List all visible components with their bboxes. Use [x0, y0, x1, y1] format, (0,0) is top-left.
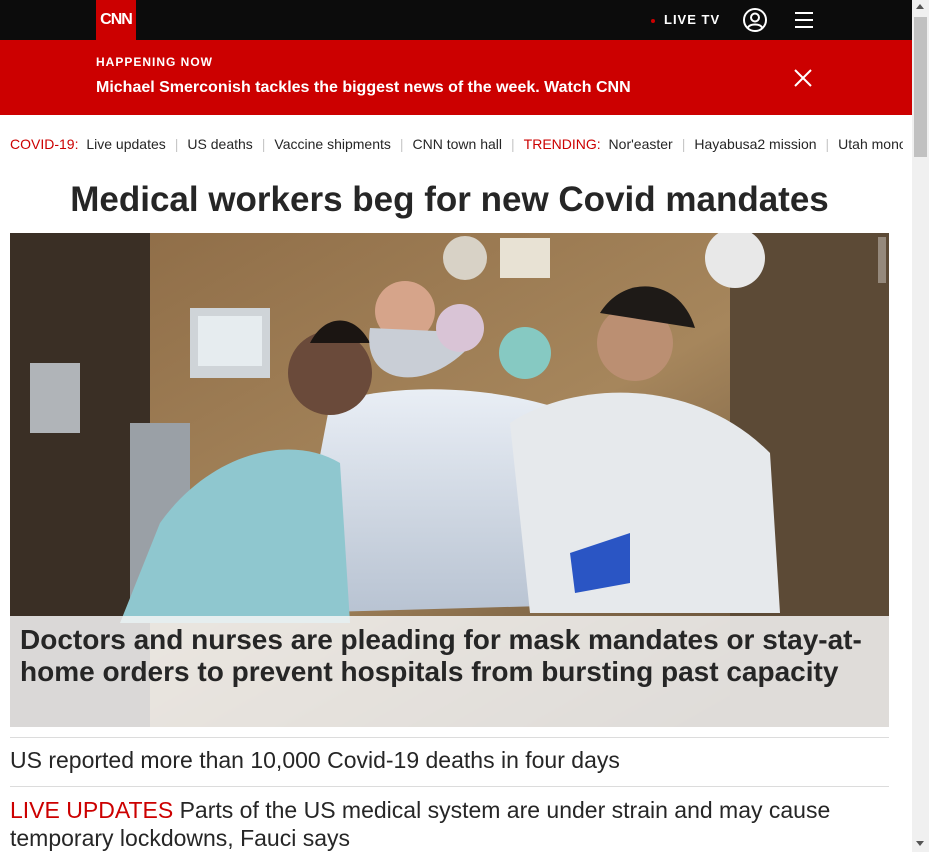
trend-link-hayabusa2[interactable]: Hayabusa2 mission — [694, 136, 816, 152]
trend-link-live-updates[interactable]: Live updates — [86, 136, 165, 152]
separator: | — [174, 136, 179, 152]
divider — [10, 786, 889, 787]
separator: | — [511, 136, 515, 152]
separator: | — [825, 136, 830, 152]
scroll-up-arrow-icon[interactable] — [916, 4, 924, 9]
scroll-thumb[interactable] — [914, 17, 927, 157]
top-nav-bar: CNN LIVE TV — [0, 0, 912, 40]
user-icon[interactable] — [743, 8, 767, 32]
story-link-live[interactable]: LIVE UPDATES Parts of the US medical sys… — [10, 796, 890, 852]
covid-label: COVID-19: — [10, 136, 79, 152]
separator: | — [261, 136, 266, 152]
scroll-down-arrow-icon[interactable] — [916, 841, 924, 846]
cnn-logo[interactable]: CNN — [96, 0, 136, 40]
happening-now-banner[interactable]: HAPPENING NOW Michael Smerconish tackles… — [0, 40, 912, 115]
logo-text: CNN — [100, 11, 133, 28]
trend-link-town-hall[interactable]: CNN town hall — [413, 136, 502, 152]
trending-label: TRENDING: — [523, 136, 601, 152]
trend-link-vaccine-shipments[interactable]: Vaccine shipments — [274, 136, 390, 152]
trend-link-us-deaths[interactable]: US deaths — [187, 136, 252, 152]
separator: | — [681, 136, 686, 152]
separator: | — [399, 136, 404, 152]
banner-kicker: HAPPENING NOW — [96, 55, 214, 69]
trend-link-noreaster[interactable]: Nor'easter — [609, 136, 673, 152]
vertical-scrollbar[interactable] — [912, 0, 929, 852]
divider — [10, 737, 889, 738]
page-headline[interactable]: Medical workers beg for new Covid mandat… — [10, 180, 889, 220]
trending-bar: COVID-19: Live updates | US deaths | Vaccine… — [10, 136, 903, 156]
live-tv-link[interactable]: LIVE TV — [664, 12, 720, 27]
hero-story[interactable]: Doctors and nurses are pleading for mask… — [10, 233, 889, 727]
hero-caption[interactable]: Doctors and nurses are pleading for mask… — [20, 624, 870, 688]
photo-credit — [878, 237, 886, 283]
story-link[interactable]: US reported more than 10,000 Covid-19 de… — [10, 747, 620, 774]
live-dot-icon — [651, 19, 655, 23]
hamburger-menu-icon[interactable] — [793, 10, 815, 30]
banner-headline[interactable]: Michael Smerconish tackles the biggest n… — [96, 79, 631, 97]
live-updates-tag: LIVE UPDATES — [10, 797, 174, 823]
close-icon[interactable] — [793, 68, 813, 88]
trend-link-utah-monolith[interactable]: Utah monolith — [838, 136, 903, 152]
